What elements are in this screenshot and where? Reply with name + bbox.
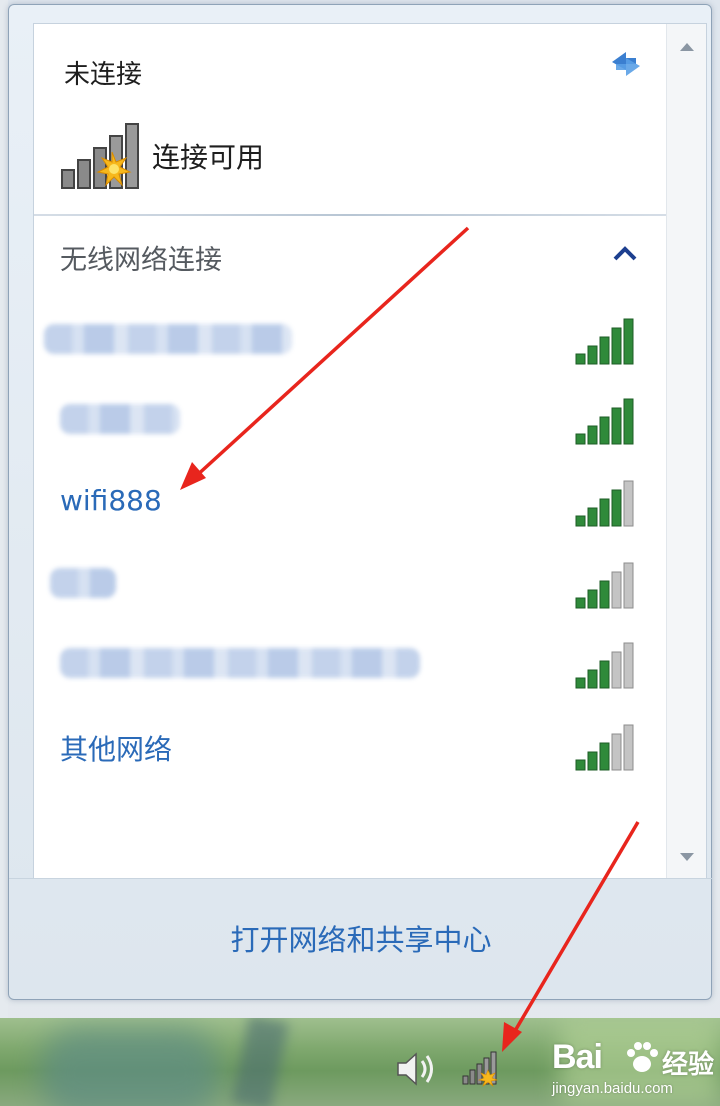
- wallpaper-blob: [40, 1028, 220, 1106]
- signal-strength-icon: [575, 398, 634, 445]
- network-item[interactable]: [34, 550, 666, 620]
- network-item[interactable]: [34, 386, 666, 456]
- collapse-button[interactable]: [612, 244, 638, 262]
- network-name-redacted: [60, 648, 420, 678]
- chevron-up-icon: [613, 246, 637, 261]
- signal-strength-icon: [575, 480, 634, 527]
- signal-strength-icon: [575, 318, 634, 365]
- watermark-brand: Bai: [552, 1038, 603, 1076]
- network-name: wifi888: [60, 484, 162, 517]
- network-tray-icon[interactable]: [460, 1048, 500, 1088]
- signal-strength-icon: [575, 642, 634, 689]
- divider: [34, 214, 666, 216]
- scroll-up-icon[interactable]: [677, 40, 697, 54]
- signal-available-icon: [61, 123, 139, 189]
- network-item-wifi888[interactable]: wifi888: [34, 468, 666, 538]
- network-item-other[interactable]: 其他网络: [34, 712, 666, 782]
- network-item[interactable]: [34, 630, 666, 700]
- network-name-redacted: [50, 568, 116, 598]
- network-name-redacted: [60, 404, 180, 434]
- section-header-wireless: 无线网络连接: [60, 245, 222, 276]
- network-list-pane: 未连接 连接可用 无线网络连接 wifi888 其他网络: [33, 23, 707, 879]
- baidu-paw-icon: [627, 1042, 658, 1072]
- signal-strength-icon: [575, 724, 634, 771]
- open-network-sharing-center-link[interactable]: 打开网络和共享中心: [9, 917, 713, 959]
- network-item[interactable]: [34, 306, 666, 376]
- speaker-icon[interactable]: [394, 1048, 440, 1090]
- network-flyout: 未连接 连接可用 无线网络连接 wifi888 其他网络 打开网络和共享中心: [8, 4, 713, 1000]
- desktop-background: [0, 0, 8, 1018]
- taskbar: Bai 经验 jingyan.baidu.com: [0, 1018, 720, 1106]
- connection-available-label: 连接可用: [152, 141, 265, 174]
- flyout-footer: 打开网络和共享中心: [9, 878, 713, 1000]
- connection-status-title: 未连接: [64, 60, 143, 90]
- scrollbar[interactable]: [666, 24, 706, 879]
- baidu-jingyan-watermark: Bai 经验 jingyan.baidu.com: [548, 1036, 716, 1104]
- network-name: 其他网络: [60, 733, 173, 766]
- watermark-url: jingyan.baidu.com: [552, 1080, 673, 1097]
- refresh-icon: [612, 52, 640, 76]
- network-name-redacted: [44, 324, 292, 354]
- refresh-button[interactable]: [606, 46, 646, 82]
- scroll-down-icon[interactable]: [677, 850, 697, 864]
- signal-strength-icon: [575, 562, 634, 609]
- wallpaper-blob: [231, 1018, 289, 1106]
- network-list: 未连接 连接可用 无线网络连接 wifi888 其他网络: [34, 24, 666, 879]
- watermark-suffix: 经验: [662, 1050, 715, 1080]
